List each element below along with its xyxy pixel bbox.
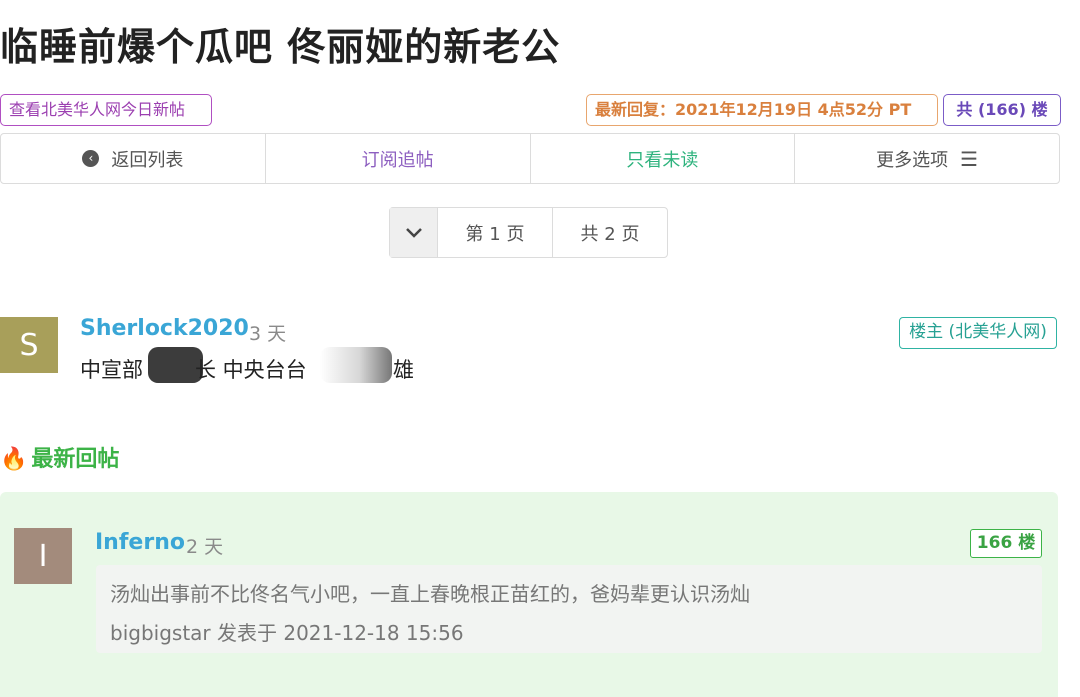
quote-meta: bigbigstar 发表于 2021-12-18 15:56 — [110, 621, 464, 645]
latest-replies-title: 最新回帖 — [31, 447, 120, 472]
more-options-button[interactable]: 更多选项 ☰ — [795, 134, 1059, 183]
floor-count-button[interactable]: 共 (166) 楼 — [943, 94, 1061, 126]
op-post-text-part2: 长 中央台台 — [195, 358, 307, 382]
chevron-down-icon — [405, 227, 422, 238]
unread-only-button[interactable]: 只看未读 — [531, 134, 796, 183]
pagination: 第 1 页 共 2 页 — [389, 207, 668, 258]
op-post-time: 3 天 — [249, 323, 287, 345]
floor-badge[interactable]: 166 楼 — [970, 529, 1042, 558]
unread-only-label: 只看未读 — [626, 149, 699, 171]
back-to-list-label: 返回列表 — [111, 149, 184, 171]
thread-toolbar: ‹ 返回列表 订阅追帖 只看未读 更多选项 ☰ — [0, 133, 1060, 184]
fire-icon: 🔥 — [0, 447, 28, 472]
subscribe-label: 订阅追帖 — [361, 149, 434, 171]
latest-reply-button[interactable]: 最新回复：2021年12月19日 4点52分 PT — [586, 94, 938, 126]
total-pages[interactable]: 共 2 页 — [553, 208, 667, 257]
back-to-list-button[interactable]: ‹ 返回列表 — [1, 134, 266, 183]
op-badge: 楼主 (北美华人网) — [899, 317, 1057, 349]
op-post-text-part1: 中宣部 — [80, 358, 143, 382]
op-post-text-part3: 雄 — [393, 358, 414, 382]
hamburger-menu-icon: ☰ — [960, 146, 979, 171]
op-username[interactable]: Sherlock2020 — [80, 316, 249, 341]
avatar[interactable]: S — [0, 317, 58, 373]
page-dropdown-button[interactable] — [390, 208, 438, 257]
current-page[interactable]: 第 1 页 — [438, 208, 553, 257]
reply-username[interactable]: Inferno — [95, 530, 185, 555]
reply-post-time: 2 天 — [186, 536, 224, 558]
quote-text: 汤灿出事前不比佟名气小吧，一直上春晚根正苗红的，爸妈辈更认识汤灿 — [110, 582, 750, 606]
avatar[interactable]: I — [14, 528, 72, 584]
chevron-left-circle-icon: ‹ — [82, 150, 100, 167]
today-posts-link[interactable]: 查看北美华人网今日新帖 — [0, 94, 212, 126]
redaction-mark — [320, 347, 392, 383]
latest-replies-header: 🔥 最新回帖 — [0, 441, 119, 473]
more-options-label: 更多选项 — [876, 149, 949, 171]
page-title: 临睡前爆个瓜吧 佟丽娅的新老公 — [0, 25, 561, 69]
subscribe-button[interactable]: 订阅追帖 — [266, 134, 531, 183]
